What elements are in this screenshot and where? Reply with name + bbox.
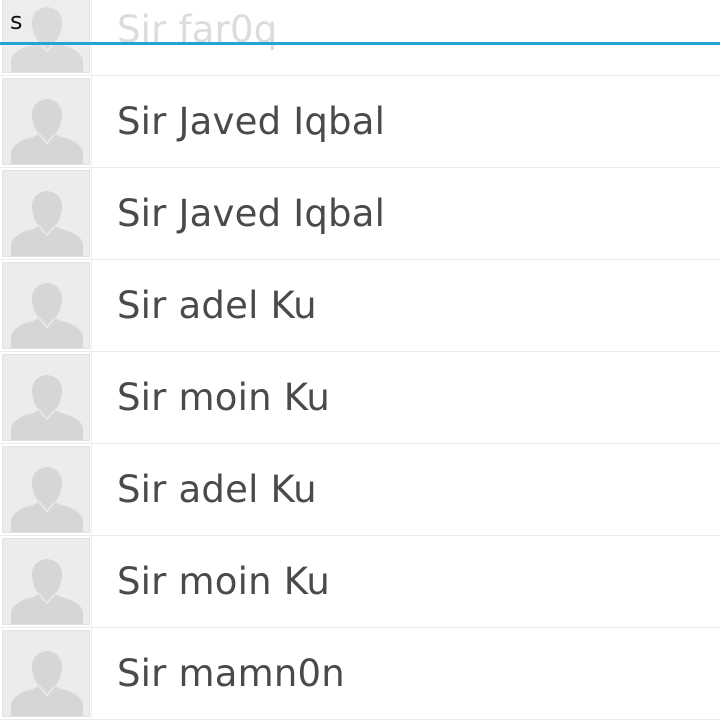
contacts-search-screen: Sir far0q Sir Javed Iqbal Sir Javed Iqba… [0,0,720,720]
contact-row[interactable]: Sir Javed Iqbal [0,168,720,260]
contact-row[interactable]: Sir Javed Iqbal [0,76,720,168]
contact-row[interactable]: Sir adel Ku [0,260,720,352]
avatar-silhouette-icon [2,170,90,257]
row-divider [91,168,92,260]
contact-row[interactable]: Sir moin Ku [0,352,720,444]
avatar-silhouette-icon [2,262,90,349]
contact-name: Sir adel Ku [117,284,317,327]
contact-name: Sir adel Ku [117,468,317,511]
row-divider [91,76,92,168]
contact-name: Sir moin Ku [117,376,330,419]
avatar-silhouette-icon [2,446,90,533]
search-input[interactable] [0,0,720,43]
contact-row[interactable]: Sir moin Ku [0,536,720,628]
row-divider [91,260,92,352]
avatar-silhouette-icon [2,354,90,441]
row-divider [91,444,92,536]
avatar-silhouette-icon [2,538,90,625]
row-divider [91,536,92,628]
search-bar [0,0,720,46]
search-underline [0,42,720,45]
avatar-silhouette-icon [2,78,90,165]
contact-name: Sir mamn0n [117,652,345,695]
contact-name: Sir Javed Iqbal [117,192,386,235]
contact-name: Sir Javed Iqbal [117,100,386,143]
contact-row[interactable]: Sir adel Ku [0,444,720,536]
row-divider [91,628,92,720]
avatar-silhouette-icon [2,630,90,717]
contact-list: Sir far0q Sir Javed Iqbal Sir Javed Iqba… [0,0,720,720]
contact-row[interactable]: Sir mamn0n [0,628,720,720]
row-divider [91,352,92,444]
contact-name: Sir moin Ku [117,560,330,603]
